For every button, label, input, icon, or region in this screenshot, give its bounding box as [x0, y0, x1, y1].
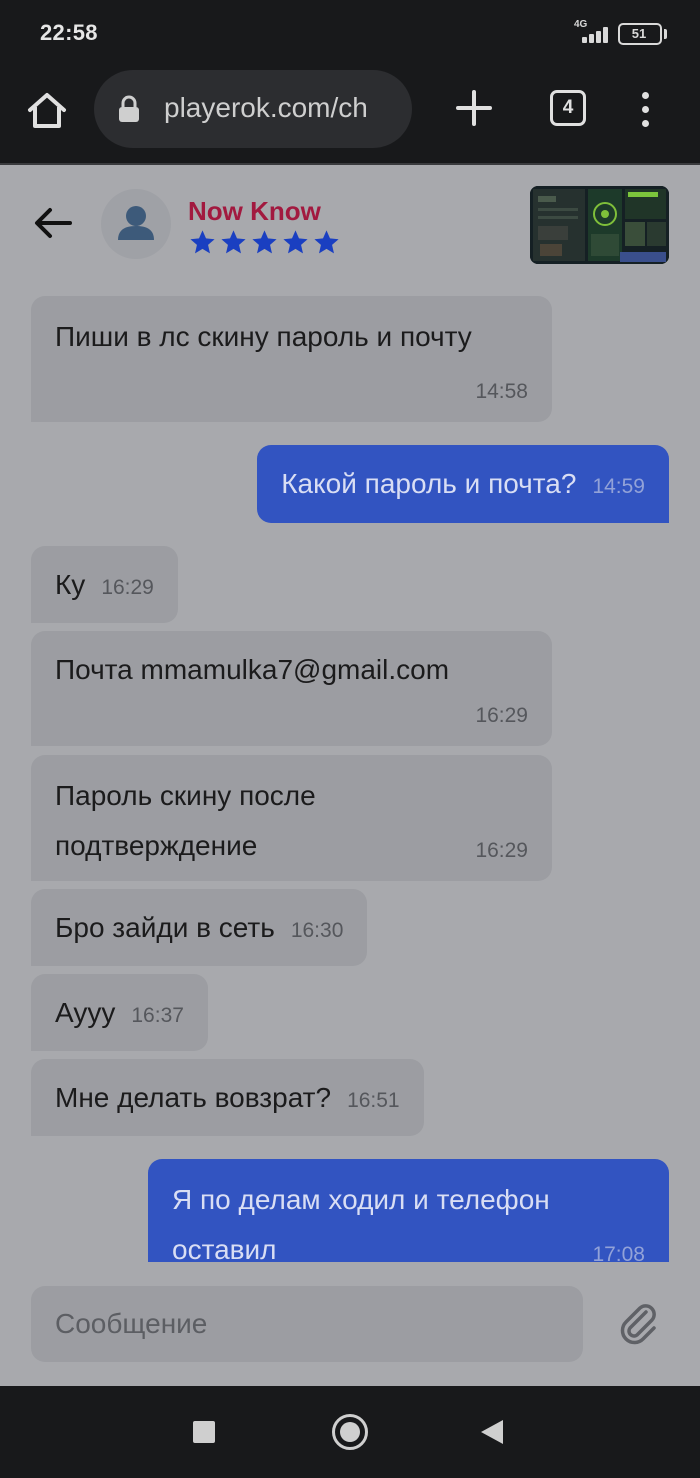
star-icon: [252, 230, 277, 254]
message-text: Какой пароль и почта?: [281, 468, 577, 499]
user-name[interactable]: Now Know: [188, 196, 321, 227]
nav-back-icon[interactable]: [481, 1420, 503, 1444]
message-text: Пиши в лс скину пароль и почту: [55, 321, 472, 352]
message-bubble-incoming[interactable]: Пиши в лс скину пароль и почту 14:58: [31, 296, 552, 422]
signal-icon: [578, 25, 612, 43]
message-bubble-incoming[interactable]: Аууу 16:37: [31, 974, 208, 1051]
message-time: 14:58: [475, 380, 528, 403]
star-icon: [283, 230, 308, 254]
paperclip-icon[interactable]: [616, 1300, 662, 1346]
message-bubble-incoming[interactable]: Ку 16:29: [31, 546, 178, 623]
message-time: 16:37: [131, 1004, 184, 1027]
arrow-back-icon[interactable]: [30, 200, 76, 246]
star-icon: [314, 230, 339, 254]
lock-icon: [118, 95, 140, 123]
message-bubble-incoming[interactable]: Бро зайди в сеть 16:30: [31, 889, 368, 966]
battery-level: 51: [631, 26, 647, 41]
message-bubble-outgoing[interactable]: Я по делам ходил и телефон оставил 17:08: [148, 1159, 669, 1262]
message-time: 14:59: [592, 475, 645, 498]
message-bubble-incoming[interactable]: Мне делать вовзрат? 16:51: [31, 1059, 424, 1136]
message-text: Мне делать вовзрат?: [55, 1082, 332, 1113]
message-text: Аууу: [55, 997, 116, 1028]
message-text: Бро зайди в сеть: [55, 912, 275, 943]
nav-home-icon[interactable]: [332, 1414, 368, 1450]
message-input[interactable]: [55, 1286, 555, 1362]
avatar[interactable]: [101, 189, 171, 259]
star-icon: [190, 230, 215, 254]
tabs-icon[interactable]: 4: [550, 90, 586, 126]
status-bar: 22:58 4G 51: [0, 0, 700, 66]
address-bar[interactable]: playerok.com/ch: [94, 70, 412, 148]
message-text: Я по делам ходил и телефон оставил: [172, 1184, 550, 1262]
message-time: 16:29: [475, 704, 528, 727]
message-bubble-incoming[interactable]: Пароль скину после подтверждение 16:29: [31, 755, 552, 881]
message-time: 16:30: [290, 919, 344, 942]
url-text: playerok.com/ch: [164, 92, 368, 123]
message-bubble-incoming[interactable]: Почта mmamulka7@gmail.com 16:29: [31, 631, 552, 746]
message-time: 17:08: [592, 1243, 645, 1262]
message-time: 16:29: [101, 576, 154, 599]
product-thumbnail[interactable]: [530, 186, 669, 264]
status-time: 22:58: [40, 20, 98, 45]
rating-stars: [188, 228, 341, 258]
battery-icon: 51: [618, 23, 662, 45]
browser-toolbar: playerok.com/ch 4: [0, 66, 700, 163]
message-time: 16:51: [347, 1089, 400, 1112]
message-text: Ку: [55, 569, 86, 600]
message-bubble-outgoing[interactable]: Какой пароль и почта? 14:59: [257, 445, 669, 523]
battery-cap: [664, 29, 667, 39]
more-vert-icon[interactable]: [636, 90, 656, 130]
system-nav-bar: [0, 1386, 700, 1478]
home-icon[interactable]: [22, 86, 72, 136]
plus-icon[interactable]: [452, 86, 496, 130]
message-text: Почта mmamulka7@gmail.com: [55, 654, 450, 685]
message-list[interactable]: Пиши в лс скину пароль и почту 14:58 Как…: [0, 280, 700, 1262]
message-text: Пароль скину после подтверждение: [55, 780, 316, 861]
recent-apps-icon[interactable]: [193, 1421, 215, 1443]
message-composer: [31, 1286, 583, 1362]
star-icon: [221, 230, 246, 254]
message-time: 16:29: [475, 839, 528, 862]
toolbar-divider: [0, 163, 700, 165]
